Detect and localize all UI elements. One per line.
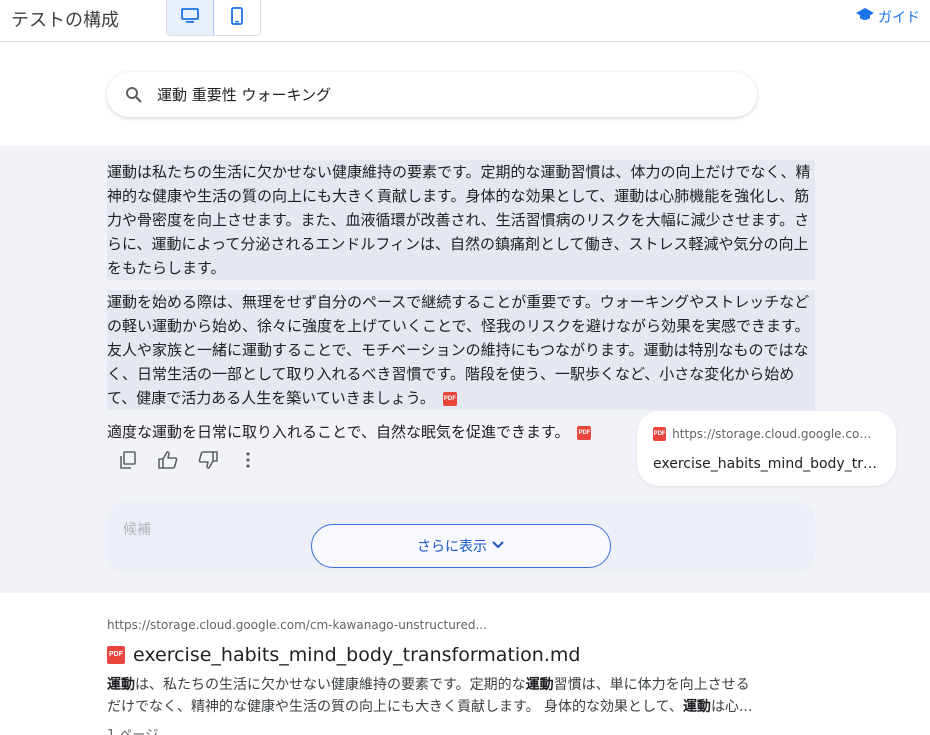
summary-actions xyxy=(115,449,261,475)
more-options-button[interactable] xyxy=(235,449,261,475)
pdf-icon[interactable]: PDF xyxy=(577,425,592,440)
pdf-icon: PDF xyxy=(653,427,667,441)
snippet-text: は、私たちの生活に欠かせない健康維持の要素です。定期的な xyxy=(135,677,526,693)
page-title: テストの構成 xyxy=(11,10,119,31)
desktop-view-button[interactable] xyxy=(167,0,214,35)
search-box[interactable] xyxy=(107,72,757,117)
show-more-button[interactable]: さらに表示 xyxy=(311,524,611,568)
suggestions-label: 候補 xyxy=(123,522,151,538)
snippet-highlight: 運動 xyxy=(525,677,554,693)
summary-paragraph: 運動を始める際は、無理をせず自分のペースで継続することが重要です。ウォーキングや… xyxy=(107,290,815,410)
guide-link[interactable]: ガイド xyxy=(856,7,920,27)
chevron-down-icon xyxy=(491,538,505,554)
thumbs-down-icon xyxy=(198,451,218,473)
top-bar: テストの構成 ガイド xyxy=(0,0,930,42)
guide-label: ガイド xyxy=(878,10,920,26)
snippet-highlight: 運動 xyxy=(107,677,135,693)
copy-button[interactable] xyxy=(115,449,141,475)
summary-text: 適度な運動を日常に取り入れることで、自然な眠気を促進できます。 xyxy=(107,423,570,441)
search-result: https://storage.cloud.google.com/cm-kawa… xyxy=(107,618,767,735)
result-title[interactable]: exercise_habits_mind_body_transformation… xyxy=(133,644,580,666)
snippet-text: は心... xyxy=(710,699,753,715)
summary-paragraph: 運動は私たちの生活に欠かせない健康維持の要素です。定期的な運動習慣は、体力の向上… xyxy=(107,160,815,280)
mobile-icon xyxy=(231,6,243,29)
copy-icon xyxy=(119,451,137,473)
page: テストの構成 ガイド 運動 重要性 ウォーキング 運動は私たちの生活に欠かせない… xyxy=(0,0,930,735)
thumbs-up-button[interactable] xyxy=(155,449,181,475)
snippet-highlight: 運動 xyxy=(682,699,711,715)
citation-url: https://storage.cloud.google.com/c... xyxy=(672,427,880,441)
show-more-label: さらに表示 xyxy=(417,539,487,555)
result-page-label: 1 ページ xyxy=(107,724,767,735)
desktop-icon xyxy=(181,7,199,28)
more-vert-icon xyxy=(245,452,251,472)
pdf-icon: PDF xyxy=(107,646,125,664)
mobile-view-button[interactable] xyxy=(214,0,260,35)
device-toggle xyxy=(166,0,261,36)
result-url[interactable]: https://storage.cloud.google.com/cm-kawa… xyxy=(107,618,767,632)
thumbs-up-icon xyxy=(158,451,178,473)
school-icon xyxy=(856,8,874,26)
summary-text: 運動を始める際は、無理をせず自分のペースで継続することが重要です。ウォーキングや… xyxy=(107,293,810,407)
result-title-row[interactable]: PDF exercise_habits_mind_body_transforma… xyxy=(107,644,767,666)
citation-card[interactable]: PDF https://storage.cloud.google.com/c..… xyxy=(637,411,896,486)
summary-text: 運動は私たちの生活に欠かせない健康維持の要素です。定期的な運動習慣は、体力の向上… xyxy=(107,163,811,277)
search-input[interactable] xyxy=(155,84,719,105)
pdf-icon[interactable]: PDF xyxy=(442,391,457,406)
search-icon xyxy=(125,86,143,104)
result-snippet: 運動は、私たちの生活に欠かせない健康維持の要素です。定期的な運動習慣は、単に体力… xyxy=(107,674,757,718)
citation-url-row: PDF https://storage.cloud.google.com/c..… xyxy=(653,427,880,441)
ai-summary: 運動は私たちの生活に欠かせない健康維持の要素です。定期的な運動習慣は、体力の向上… xyxy=(107,160,815,444)
thumbs-down-button[interactable] xyxy=(195,449,221,475)
citation-title[interactable]: exercise_habits_mind_body_tran... xyxy=(653,456,881,472)
